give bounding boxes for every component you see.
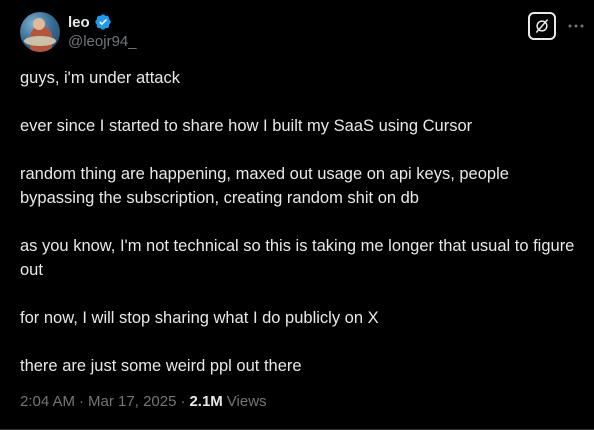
author-name-row: leo: [68, 12, 112, 32]
tweet-paragraph: as you know, I'm not technical so this i…: [20, 237, 575, 279]
views-label: Views: [226, 393, 267, 410]
tweet-paragraph: random thing are happening, maxed out us…: [20, 165, 509, 207]
avatar-fish: [24, 36, 56, 46]
avatar-head: [33, 18, 45, 30]
tweet-meta: 2:04 AM · Mar 17, 2025 · 2.1M Views: [20, 393, 267, 410]
more-options-button[interactable]: [566, 14, 586, 38]
tweet-date[interactable]: Mar 17, 2025: [88, 393, 176, 410]
grok-icon: [536, 19, 548, 33]
tweet-paragraph: guys, i'm under attack: [20, 69, 180, 87]
author-handle[interactable]: @leojr94_: [68, 33, 137, 50]
verified-badge-icon[interactable]: [94, 13, 112, 31]
tweet-paragraph: there are just some weird ppl out there: [20, 357, 302, 375]
meta-separator: ·: [180, 393, 186, 410]
views-count[interactable]: 2.1M: [189, 393, 222, 410]
tweet-paragraph: for now, I will stop sharing what I do p…: [20, 309, 379, 327]
tweet-body: guys, i'm under attack ever since I star…: [20, 66, 576, 378]
tweet-card: leo @leojr94_ guys, i'm under attack eve…: [0, 0, 594, 430]
grok-button[interactable]: [528, 12, 556, 40]
tweet-time[interactable]: 2:04 AM: [20, 393, 75, 410]
meta-separator: ·: [79, 393, 85, 410]
author-display-name[interactable]: leo: [68, 14, 90, 31]
tweet-paragraph: ever since I started to share how I buil…: [20, 117, 473, 135]
more-options-icon: [568, 24, 584, 28]
avatar[interactable]: [20, 12, 60, 52]
